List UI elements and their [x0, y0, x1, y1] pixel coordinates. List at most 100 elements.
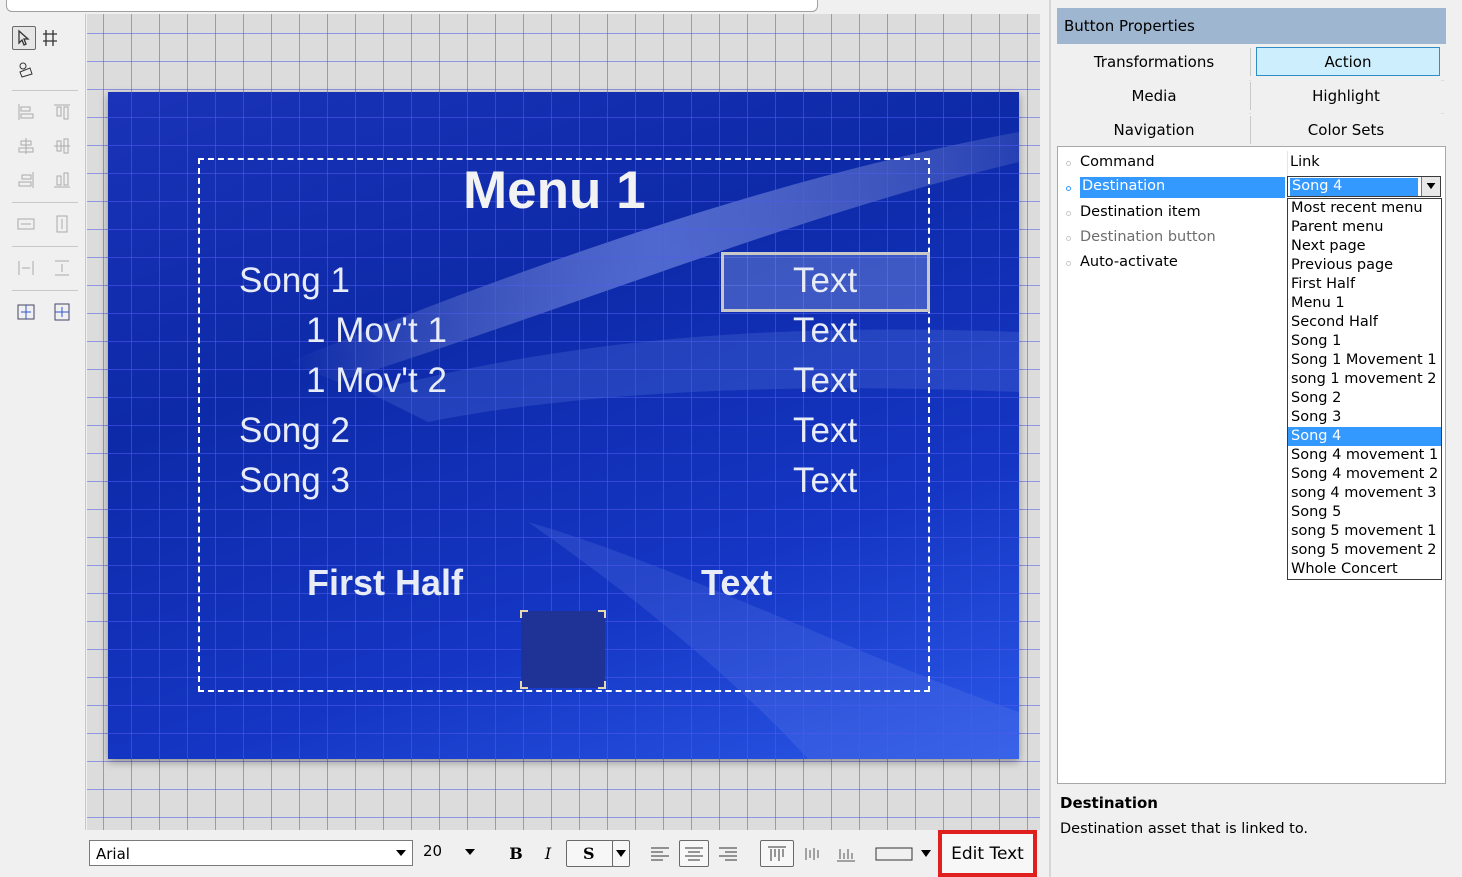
menu-item-value[interactable]: Text	[793, 261, 857, 301]
font-size-select[interactable]: 20	[419, 840, 487, 866]
same-height-icon[interactable]	[50, 212, 74, 236]
property-name: Destination item	[1080, 204, 1201, 220]
chevron-down-icon	[921, 849, 931, 857]
menu-item-label[interactable]: 1 Mov't 2	[306, 361, 447, 401]
distribute-h-icon[interactable]	[14, 256, 38, 280]
center-vertical-icon[interactable]	[50, 300, 74, 324]
menu-canvas[interactable]: Menu 1 Song 1 Text 1 Mov't 1 Text 1 Mov'…	[87, 14, 1040, 830]
description-text: Destination asset that is linked to.	[1060, 821, 1309, 837]
tab-navigation[interactable]: Navigation	[1059, 113, 1249, 147]
destination-option[interactable]: song 4 movement 3	[1288, 484, 1441, 503]
horizontal-scrollbar[interactable]	[6, 0, 818, 12]
destination-option[interactable]: Parent menu	[1288, 218, 1441, 237]
stamp-tool-icon[interactable]	[14, 58, 38, 82]
distribute-v-icon[interactable]	[50, 256, 74, 280]
panel-splitter[interactable]	[1049, 0, 1051, 877]
menu-item-label[interactable]: Song 3	[239, 461, 350, 501]
property-name: Command	[1080, 154, 1155, 170]
destination-combobox[interactable]: Song 4	[1287, 176, 1441, 197]
tab-transformations[interactable]: Transformations	[1059, 45, 1249, 79]
destination-option[interactable]: Song 5	[1288, 503, 1441, 522]
menu-item-value[interactable]: Text	[793, 311, 857, 351]
footer-value[interactable]: Text	[701, 562, 772, 604]
pointer-tool-icon[interactable]	[12, 26, 36, 50]
align-center-v-icon[interactable]	[50, 134, 74, 158]
align-text-center-icon[interactable]	[679, 840, 709, 867]
destination-option[interactable]: Song 4 movement 1	[1288, 446, 1441, 465]
destination-dropdown-list[interactable]: Most recent menu Parent menu Next page P…	[1287, 198, 1442, 580]
destination-option[interactable]: Previous page	[1288, 256, 1441, 275]
shadow-dropdown-button[interactable]	[612, 840, 630, 867]
panel-title: Button Properties	[1057, 8, 1446, 44]
font-size-value: 20	[423, 842, 443, 860]
align-text-left-icon[interactable]	[647, 840, 673, 867]
valign-bottom-icon[interactable]	[833, 840, 859, 867]
chevron-down-icon	[1426, 183, 1436, 190]
bold-button[interactable]: B	[505, 840, 527, 867]
destination-option[interactable]: Song 2	[1288, 389, 1441, 408]
valign-top-icon[interactable]	[760, 840, 794, 867]
menu-item-value[interactable]: Text	[793, 461, 857, 501]
valign-middle-icon[interactable]	[799, 840, 825, 867]
chevron-down-icon	[396, 850, 406, 856]
destination-option[interactable]: Song 1 Movement 1	[1288, 351, 1441, 370]
align-right-icon[interactable]	[14, 168, 38, 192]
destination-option[interactable]: Song 3	[1288, 408, 1441, 427]
description-title: Destination	[1060, 794, 1158, 812]
destination-option[interactable]: Menu 1	[1288, 294, 1441, 313]
top-strip	[0, 0, 1050, 14]
chevron-down-icon	[465, 849, 475, 855]
destination-option[interactable]: Second Half	[1288, 313, 1441, 332]
property-name: Auto-activate	[1080, 254, 1178, 270]
button-properties-panel: Button Properties Transformations Action…	[1055, 6, 1448, 877]
property-value[interactable]: Link	[1290, 154, 1320, 170]
property-row-command[interactable]: Command Link	[1058, 151, 1445, 176]
tab-action[interactable]: Action	[1256, 47, 1440, 76]
destination-option-selected[interactable]: Song 4	[1288, 427, 1441, 446]
font-family-select[interactable]: Arial	[89, 840, 413, 866]
same-width-icon[interactable]	[14, 212, 38, 236]
text-toolbar: Arial 20 B I S Edit Text	[87, 830, 1040, 877]
destination-option[interactable]: song 1 movement 2	[1288, 370, 1441, 389]
menu-title[interactable]: Menu 1	[463, 160, 646, 221]
center-horizontal-icon[interactable]	[14, 300, 38, 324]
property-name: Destination	[1080, 177, 1285, 198]
destination-option[interactable]: Song 4 movement 2	[1288, 465, 1441, 484]
align-text-right-icon[interactable]	[715, 840, 741, 867]
destination-option[interactable]: First Half	[1288, 275, 1441, 294]
menu-item-label[interactable]: 1 Mov't 1	[306, 311, 447, 351]
bullet-icon	[1066, 236, 1071, 241]
align-top-icon[interactable]	[50, 100, 74, 124]
align-left-icon[interactable]	[14, 100, 38, 124]
shadow-button[interactable]: S	[566, 840, 614, 867]
destination-dropdown-button[interactable]	[1421, 177, 1440, 196]
destination-option[interactable]: Song 1	[1288, 332, 1441, 351]
destination-option[interactable]: Whole Concert	[1288, 560, 1441, 579]
destination-selected-value: Song 4	[1290, 178, 1418, 196]
border-style-dropdown-button[interactable]	[919, 840, 933, 867]
destination-option[interactable]: song 5 movement 2	[1288, 541, 1441, 560]
destination-option[interactable]: song 5 movement 1	[1288, 522, 1441, 541]
border-style-icon[interactable]	[875, 840, 915, 867]
grid-tool-icon[interactable]	[38, 26, 62, 50]
destination-option[interactable]: Next page	[1288, 237, 1441, 256]
edit-text-button[interactable]: Edit Text	[938, 830, 1037, 877]
bullet-icon	[1066, 211, 1071, 216]
menu-item-label[interactable]: Song 2	[239, 411, 350, 451]
align-center-h-icon[interactable]	[14, 134, 38, 158]
shadow-label: S	[583, 844, 595, 863]
destination-option[interactable]: Most recent menu	[1288, 199, 1441, 218]
menu-item-value[interactable]: Text	[793, 411, 857, 451]
bullet-icon	[1066, 161, 1071, 166]
align-bottom-icon[interactable]	[50, 168, 74, 192]
italic-button[interactable]: I	[537, 840, 559, 867]
menu-item-value[interactable]: Text	[793, 361, 857, 401]
footer-label[interactable]: First Half	[307, 562, 463, 604]
tab-highlight[interactable]: Highlight	[1251, 79, 1441, 113]
tab-media[interactable]: Media	[1059, 79, 1249, 113]
menu-slide[interactable]: Menu 1 Song 1 Text 1 Mov't 1 Text 1 Mov'…	[108, 92, 1019, 759]
navigation-button-placeholder[interactable]	[520, 610, 606, 689]
tab-color-sets[interactable]: Color Sets	[1251, 113, 1441, 147]
menu-item-label[interactable]: Song 1	[239, 261, 350, 301]
chevron-down-icon	[616, 849, 626, 857]
